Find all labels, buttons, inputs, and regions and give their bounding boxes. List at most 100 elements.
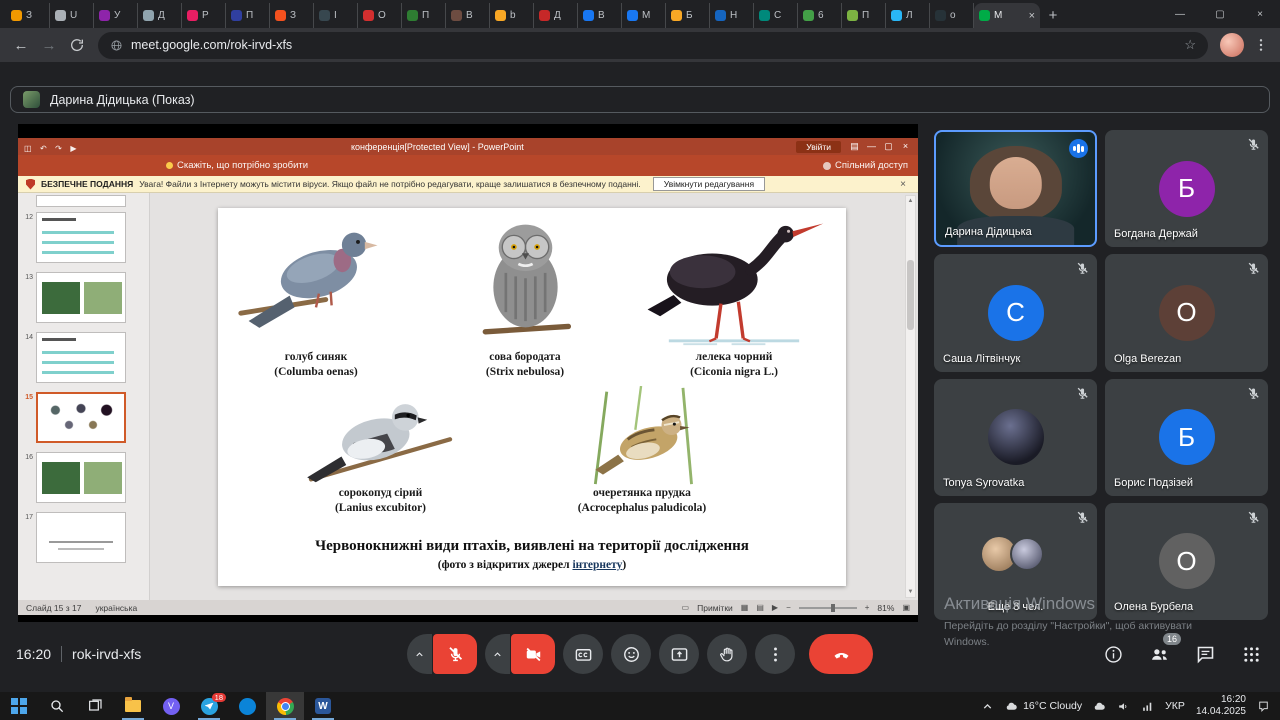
browser-tab[interactable]: П ×: [402, 3, 446, 28]
browser-tab[interactable]: С ×: [754, 3, 798, 28]
telegram-button[interactable]: 18: [190, 692, 228, 720]
browser-tab[interactable]: М ×: [974, 3, 1040, 28]
maximize-button[interactable]: ▢: [1200, 0, 1240, 28]
language-switcher[interactable]: УКР: [1165, 700, 1185, 712]
browser-tab[interactable]: о ×: [930, 3, 974, 28]
browser-tab[interactable]: В ×: [446, 3, 490, 28]
slideshow-icon[interactable]: ▶: [70, 144, 76, 153]
browser-tab[interactable]: Д ×: [534, 3, 578, 28]
browser-tab[interactable]: З ×: [6, 3, 50, 28]
zoom-level[interactable]: 81%: [877, 603, 894, 613]
tell-me-box[interactable]: Скажіть, що потрібно зробити: [158, 160, 316, 171]
browser-tab[interactable]: О ×: [358, 3, 402, 28]
new-tab-button[interactable]: +: [1040, 3, 1066, 28]
profile-avatar[interactable]: [1220, 33, 1244, 57]
participants-button[interactable]: 16: [1146, 641, 1172, 667]
browser-tab[interactable]: П ×: [226, 3, 270, 28]
ppt-minimize-button[interactable]: —: [863, 141, 880, 152]
browser-tab[interactable]: Б ×: [666, 3, 710, 28]
participant-tile-video[interactable]: Дарина Дідицька: [934, 130, 1097, 247]
slide-thumbnail-box[interactable]: [36, 272, 126, 323]
ppt-signin-button[interactable]: Увійти: [796, 141, 841, 153]
slide-thumbnail-box[interactable]: [36, 512, 126, 563]
messenger-button[interactable]: [228, 692, 266, 720]
browser-tab[interactable]: b ×: [490, 3, 534, 28]
zoom-slider-knob[interactable]: [831, 604, 835, 612]
site-info-icon[interactable]: [110, 39, 123, 52]
viber-button[interactable]: V: [152, 692, 190, 720]
slide-thumbnail[interactable]: 17: [20, 512, 143, 563]
slide-thumbnail-box[interactable]: [36, 212, 126, 263]
slide-thumbnail[interactable]: 15: [20, 392, 143, 443]
network-icon[interactable]: [1141, 700, 1154, 713]
browser-tab[interactable]: В ×: [578, 3, 622, 28]
refresh-button[interactable]: [64, 32, 90, 58]
participant-tile[interactable]: O Olga Berezan: [1105, 254, 1268, 371]
back-button[interactable]: ←: [8, 32, 34, 58]
meeting-details-button[interactable]: [1100, 641, 1126, 667]
volume-icon[interactable]: [1117, 700, 1130, 713]
scroll-up-icon[interactable]: ▲: [908, 198, 914, 204]
address-bar[interactable]: meet.google.com/rok-irvd-xfs ☆: [98, 32, 1208, 59]
slide-thumbnail[interactable]: 12: [20, 212, 143, 263]
reactions-button[interactable]: [611, 634, 651, 674]
captions-button[interactable]: [563, 634, 603, 674]
normal-view-icon[interactable]: ▦: [741, 603, 749, 612]
participant-overflow-tile[interactable]: Ещё 8 чел.: [934, 503, 1097, 620]
onedrive-icon[interactable]: [1093, 700, 1106, 713]
slide-thumbnail[interactable]: 14: [20, 332, 143, 383]
notes-icon[interactable]: ▭: [682, 603, 690, 612]
enable-editing-button[interactable]: Увімкнути редагування: [653, 177, 765, 191]
action-center-icon[interactable]: [1257, 700, 1270, 713]
chrome-button[interactable]: [266, 692, 304, 720]
present-button[interactable]: [659, 634, 699, 674]
browser-tab[interactable]: U ×: [50, 3, 94, 28]
participant-tile[interactable]: Tonya Syrovatka: [934, 379, 1097, 496]
camera-options-chevron[interactable]: [485, 634, 510, 674]
ppt-maximize-button[interactable]: ▢: [880, 141, 897, 152]
mic-mute-button[interactable]: [433, 634, 477, 674]
redo-icon[interactable]: ↷: [55, 144, 62, 153]
browser-tab[interactable]: З ×: [270, 3, 314, 28]
minimize-button[interactable]: —: [1160, 0, 1200, 28]
url-text[interactable]: meet.google.com/rok-irvd-xfs: [131, 38, 1176, 52]
slide-thumbnail[interactable]: 16: [20, 452, 143, 503]
browser-tab[interactable]: У ×: [94, 3, 138, 28]
share-button[interactable]: Спільний доступ: [813, 160, 918, 171]
slideshow-view-icon[interactable]: ▶: [772, 603, 778, 612]
scrollbar-thumb[interactable]: [907, 260, 914, 330]
file-explorer-button[interactable]: [114, 692, 152, 720]
close-button[interactable]: ×: [1240, 0, 1280, 28]
browser-tab[interactable]: Д ×: [138, 3, 182, 28]
chat-button[interactable]: [1192, 641, 1218, 667]
zoom-slider[interactable]: [799, 607, 857, 609]
undo-icon[interactable]: ↶: [40, 144, 47, 153]
scroll-down-icon[interactable]: ▼: [908, 589, 914, 595]
ribbon-options-icon[interactable]: ▤: [846, 141, 863, 152]
more-options-button[interactable]: [755, 634, 795, 674]
browser-tab[interactable]: Р ×: [182, 3, 226, 28]
hidden-icons-chevron[interactable]: [981, 700, 994, 713]
browser-tab[interactable]: 6 ×: [798, 3, 842, 28]
slide-scrollbar[interactable]: ▲ ▼: [905, 195, 916, 598]
taskbar-clock[interactable]: 16:20 14.04.2025: [1196, 694, 1246, 719]
browser-tab[interactable]: Л ×: [886, 3, 930, 28]
fit-slide-icon[interactable]: ▣: [902, 603, 910, 612]
language-indicator[interactable]: українська: [95, 603, 137, 613]
participant-tile[interactable]: Б Богдана Держай: [1105, 130, 1268, 247]
participant-tile[interactable]: C Саша Літвінчук: [934, 254, 1097, 371]
leave-call-button[interactable]: [809, 634, 873, 674]
task-view-button[interactable]: [76, 692, 114, 720]
start-button[interactable]: [0, 692, 38, 720]
tab-close-icon[interactable]: ×: [1029, 10, 1035, 22]
browser-tab[interactable]: М ×: [622, 3, 666, 28]
taskbar-search-button[interactable]: [38, 692, 76, 720]
notes-toggle[interactable]: Примітки: [697, 603, 733, 613]
presenter-banner[interactable]: Дарина Дідицька (Показ): [10, 86, 1270, 113]
bookmark-star-icon[interactable]: ☆: [1184, 37, 1196, 53]
browser-tab[interactable]: І ×: [314, 3, 358, 28]
zoom-out-icon[interactable]: −: [786, 603, 791, 612]
ppt-close-button[interactable]: ×: [897, 141, 914, 152]
mic-options-chevron[interactable]: [407, 634, 432, 674]
sorter-view-icon[interactable]: ▤: [756, 603, 764, 612]
